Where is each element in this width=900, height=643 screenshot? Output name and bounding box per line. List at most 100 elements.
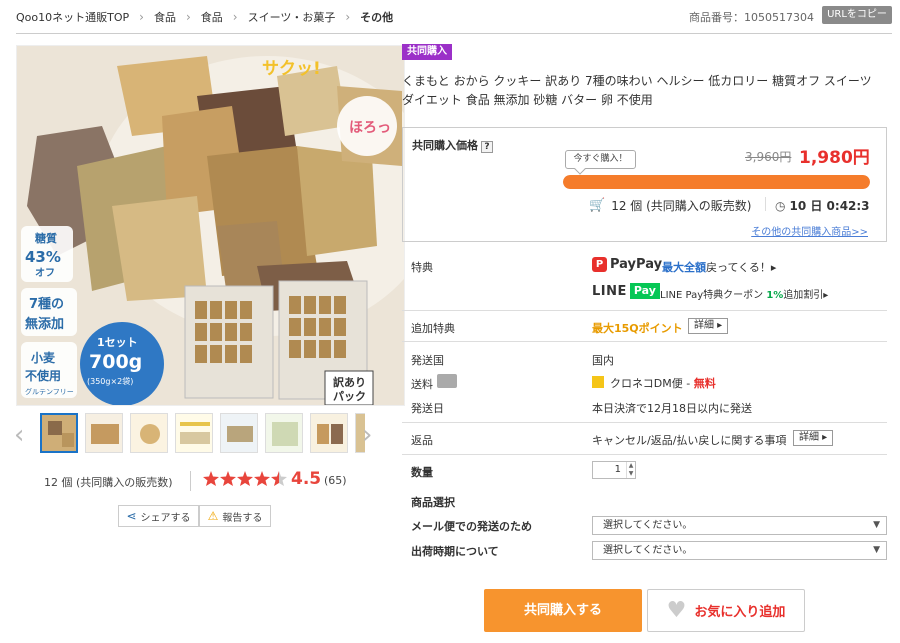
divider xyxy=(190,471,191,491)
shipping-value: クロネコDM便 - 無料 xyxy=(592,375,716,391)
svg-text:パック: パック xyxy=(333,390,366,403)
divider xyxy=(16,33,892,34)
mail-option-label: メール便での発送のため xyxy=(411,520,532,533)
chevron-right-icon[interactable]: › xyxy=(362,420,372,450)
returns-value: キャンセル/返品/払い戻しに関する事項 xyxy=(592,434,787,447)
thumbnail[interactable] xyxy=(130,413,168,453)
thumbnail[interactable] xyxy=(265,413,303,453)
svg-text:小麦: 小麦 xyxy=(31,350,56,365)
group-buy-progress xyxy=(563,175,870,189)
breadcrumb-sweets[interactable]: スイーツ・お菓子 xyxy=(248,9,336,25)
paypay-promo[interactable]: 最大全額戻ってくる！▸ xyxy=(662,259,776,275)
svg-text:7種の: 7種の xyxy=(29,296,64,312)
share-label: シェアする xyxy=(140,512,191,524)
heart-icon: ♥ xyxy=(666,598,687,623)
divider xyxy=(402,422,887,423)
chevron-right-icon: › xyxy=(185,10,191,24)
paypay-logo: P PayPay xyxy=(592,257,662,272)
group-buy-sold: 🛒 12 個 (共同購入の販売数) xyxy=(589,198,752,213)
warning-icon: ⚠ xyxy=(207,509,219,523)
qpoint-text: 最大15Qポイント xyxy=(592,322,683,335)
extra-detail-button[interactable]: 詳細 ▸ xyxy=(688,318,729,334)
divider xyxy=(402,341,887,342)
breadcrumb-food-2[interactable]: 食品 xyxy=(201,9,223,25)
benefits-label: 特典 xyxy=(411,261,433,274)
clock-icon: ◷ xyxy=(775,198,786,213)
help-icon[interactable]: ? xyxy=(481,141,493,153)
buy-now-bubble: 今すぐ購入！ xyxy=(565,150,636,169)
divider xyxy=(402,310,887,311)
share-icon: ⋖ xyxy=(126,509,137,523)
svg-text:オフ: オフ xyxy=(35,267,55,279)
product-title: くまもと おから クッキー 訳あり 7種の味わい ヘルシー 低カロリー 糖質オフ… xyxy=(402,74,872,107)
svg-text:不使用: 不使用 xyxy=(25,368,61,383)
chevron-right-icon: › xyxy=(345,10,351,24)
ship-date-value: 本日決済で12月18日以内に発送 xyxy=(592,402,752,415)
group-buy-button[interactable]: 共同購入する xyxy=(484,589,642,632)
breadcrumb-top[interactable]: Qoo10ネット通販TOP xyxy=(16,9,129,25)
rating-value: 4.5 xyxy=(291,469,322,489)
review-count[interactable]: (65) xyxy=(324,474,347,487)
product-number: 商品番号：1050517304 xyxy=(689,11,814,24)
returns-detail-button[interactable]: 詳細 ▸ xyxy=(793,430,834,446)
cart-icon: 🛒 xyxy=(589,198,606,213)
price-label: 共同購入価格? xyxy=(412,137,493,153)
add-favorite-button[interactable]: ♥ お気に入り追加 xyxy=(647,589,805,632)
original-price: 3,960円 xyxy=(745,150,792,164)
svg-text:サクッ!: サクッ! xyxy=(262,59,321,79)
svg-text:ほろっ: ほろっ xyxy=(349,120,391,136)
price-box: 共同購入価格? 今すぐ購入！ 3,960円 1,980円 🛒 12 個 (共同購… xyxy=(402,127,887,242)
paypay-icon: P xyxy=(592,257,607,272)
linepay-promo[interactable]: LINE Pay特典クーポン 1%追加割引▸ xyxy=(660,286,828,301)
countdown-timer: ◷ 10 日 0:42:3 xyxy=(775,198,870,214)
svg-text:700g: 700g xyxy=(89,351,142,373)
svg-text:1セット: 1セット xyxy=(97,336,138,349)
svg-text:(350g×2袋): (350g×2袋) xyxy=(87,376,133,386)
timing-option-select[interactable]: 選択してください。 ▼ xyxy=(592,541,887,560)
thumbnail[interactable] xyxy=(310,413,348,453)
breadcrumb-food-1[interactable]: 食品 xyxy=(154,9,176,25)
share-button[interactable]: ⋖ シェアする xyxy=(118,505,199,527)
extra-label: 追加特典 xyxy=(411,322,455,335)
copy-url-button[interactable]: URLをコピー xyxy=(822,6,892,24)
ship-country-label: 発送国 xyxy=(411,354,444,367)
svg-text:糖質: 糖質 xyxy=(35,231,57,245)
thumbnail[interactable] xyxy=(40,413,78,453)
caret-down-icon: ▼ xyxy=(873,520,880,530)
chevron-left-icon[interactable]: ‹ xyxy=(14,420,24,450)
breadcrumb: Qoo10ネット通販TOP › 食品 › 食品 › スイーツ・お菓子 › その他 xyxy=(16,9,393,25)
report-button[interactable]: ⚠ 報告する xyxy=(199,505,271,527)
mail-option-select[interactable]: 選択してください。 ▼ xyxy=(592,516,887,535)
chevron-right-icon: › xyxy=(139,10,144,24)
breadcrumb-other[interactable]: その他 xyxy=(360,9,393,25)
divider xyxy=(402,454,887,455)
quantity-stepper[interactable]: ▲ ▼ xyxy=(626,462,635,478)
svg-text:グルテンフリー: グルテンフリー xyxy=(25,387,74,396)
svg-text:無添加: 無添加 xyxy=(25,316,64,332)
returns-label: 返品 xyxy=(411,434,433,447)
svg-text:訳あり: 訳あり xyxy=(333,375,366,389)
chevron-right-icon: › xyxy=(232,10,238,24)
sale-price: 1,980円 xyxy=(799,148,870,168)
sold-count: 12 個 (共同購入の販売数) xyxy=(44,476,173,489)
svg-text:43%: 43% xyxy=(25,248,61,266)
group-buy-badge: 共同購入 xyxy=(402,44,452,60)
timing-option-label: 出荷時期について xyxy=(411,545,499,558)
other-group-buy-link[interactable]: その他の共同購入商品>> xyxy=(751,223,868,238)
caret-down-icon: ▼ xyxy=(873,545,880,555)
ship-date-label: 発送日 xyxy=(411,402,444,415)
truck-icon xyxy=(437,374,457,388)
thumbnail[interactable] xyxy=(175,413,213,453)
product-main-image[interactable]: ほろっ サクッ! 糖質 43% オフ 7種の 無添加 小麦 不使用 グルテンフリ… xyxy=(16,45,405,406)
thumbnail[interactable] xyxy=(220,413,258,453)
quantity-label: 数量 xyxy=(411,466,433,479)
shipping-label: 送料 xyxy=(411,378,433,391)
box-icon xyxy=(592,376,604,388)
linepay-logo: LINE Pay xyxy=(592,283,660,299)
report-label: 報告する xyxy=(222,512,263,524)
option-label: 商品選択 xyxy=(411,496,455,509)
rating-stars xyxy=(203,470,289,488)
divider xyxy=(765,197,766,211)
thumbnail[interactable] xyxy=(85,413,123,453)
ship-country-value: 国内 xyxy=(592,354,614,367)
